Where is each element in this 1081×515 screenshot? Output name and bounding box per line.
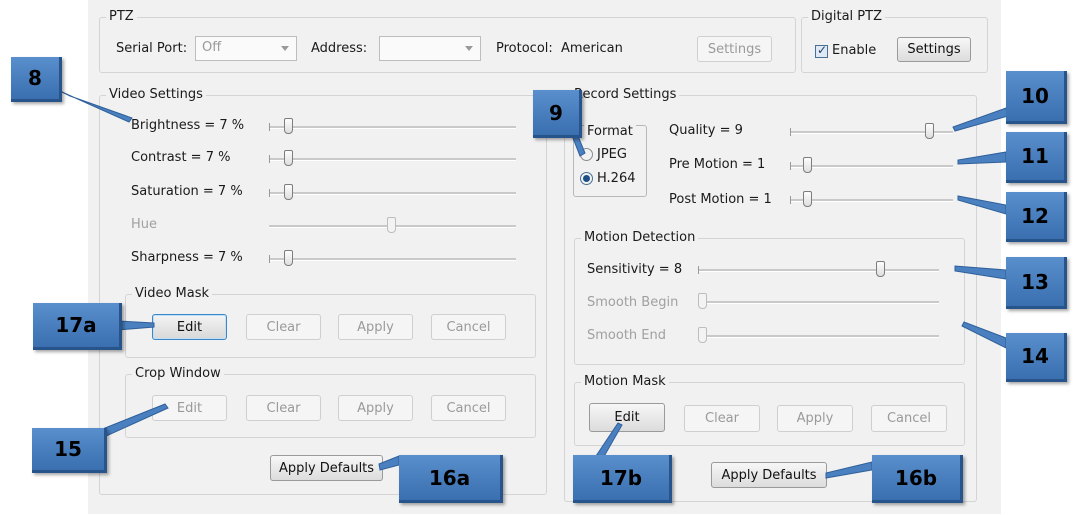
callout-pointer-9 [572, 135, 586, 157]
callout-pointers [61, 91, 1009, 479]
callout-10: 10 [1006, 71, 1067, 124]
callout-17a: 17a [33, 303, 122, 350]
callout-14: 14 [1006, 333, 1067, 382]
callout-pointer-16b [825, 461, 873, 479]
callout-pointer-13 [954, 265, 1007, 280]
callout-pointer-8 [61, 91, 133, 123]
callout-pointer-14 [961, 321, 1007, 349]
callout-16b: 16b [872, 455, 963, 503]
callout-11: 11 [1006, 132, 1067, 183]
callout-13: 13 [1006, 257, 1067, 309]
callout-pointer-12 [957, 195, 1007, 215]
callout-pointer-10 [952, 107, 1009, 132]
callout-16a: 16a [399, 455, 503, 503]
callout-pointer-15 [99, 403, 169, 438]
callout-17b: 17b [573, 455, 672, 503]
callout-pointer-17a [117, 320, 155, 331]
callout-8: 8 [11, 57, 62, 102]
callout-12: 12 [1006, 192, 1067, 242]
callout-9: 9 [533, 90, 582, 138]
callout-15: 15 [32, 428, 107, 473]
callout-pointer-11 [957, 151, 1007, 165]
callout-pointer-16a [378, 455, 400, 471]
